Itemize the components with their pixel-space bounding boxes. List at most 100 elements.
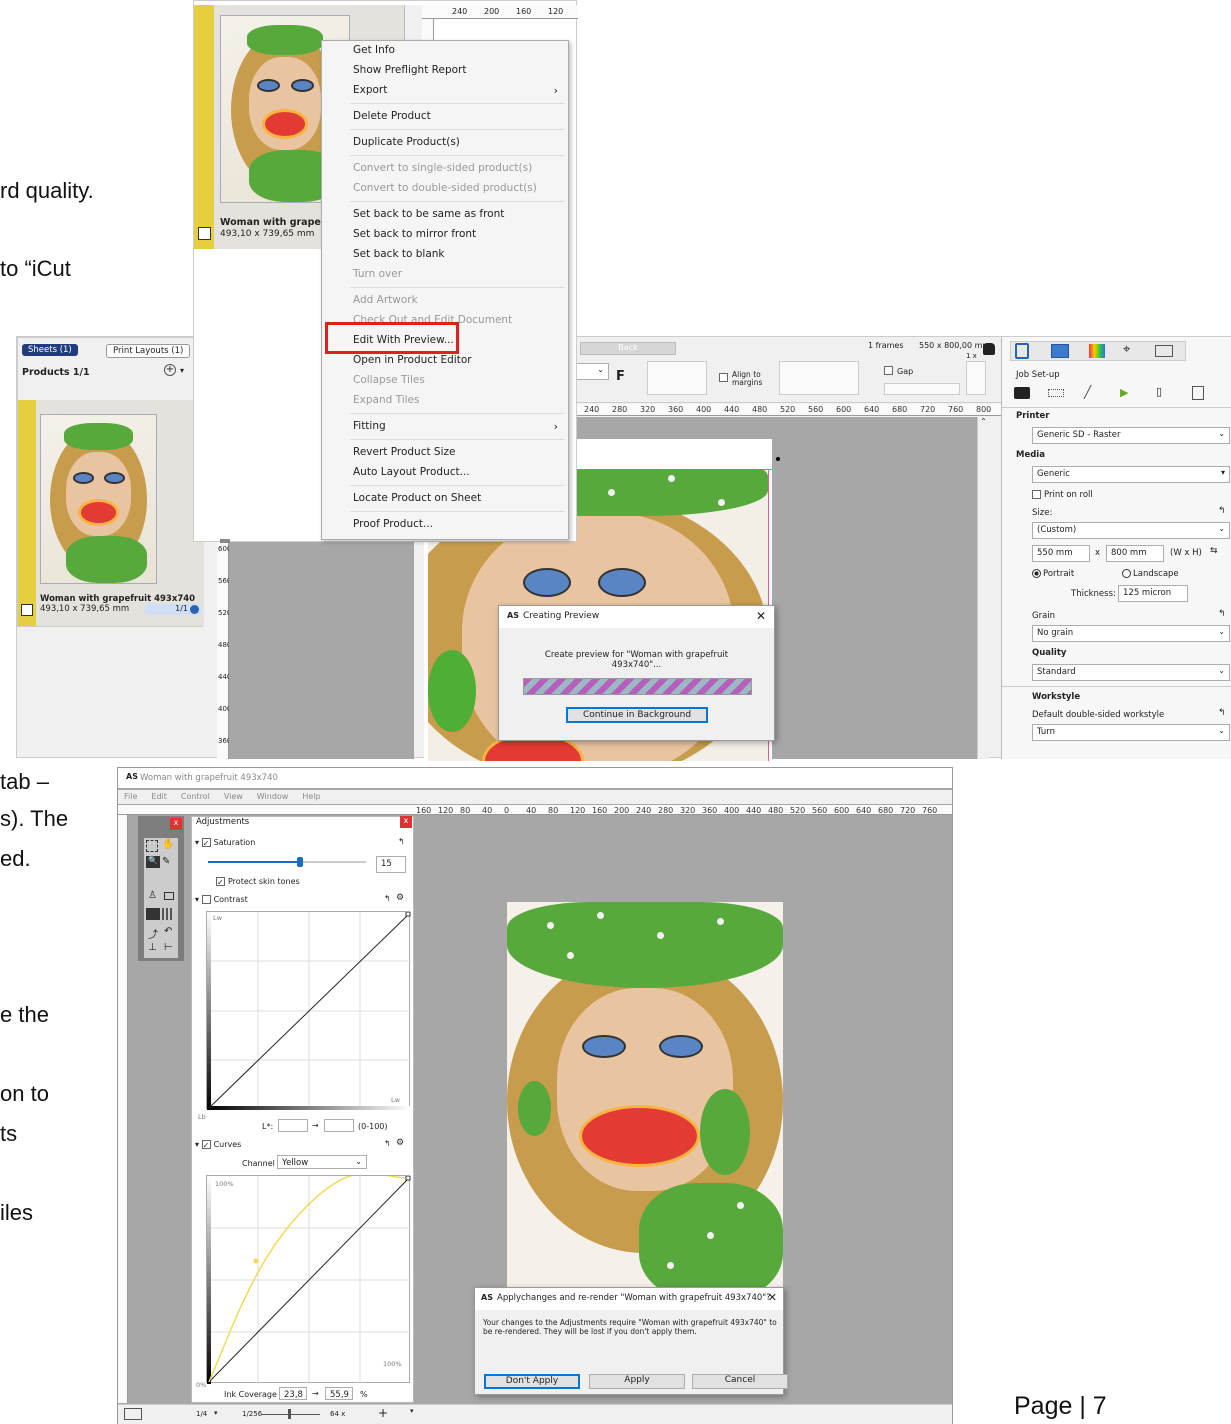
- panel-tab-icons[interactable]: ⌖: [1010, 341, 1186, 361]
- gap-input[interactable]: [884, 383, 960, 395]
- zoom-slider-handle[interactable]: [288, 1409, 291, 1419]
- gear-icon[interactable]: ⚙: [396, 893, 404, 903]
- menu-view[interactable]: View: [224, 792, 243, 801]
- menu-item-add-artwork[interactable]: Add Artwork: [353, 294, 418, 306]
- menu-item-export[interactable]: Export: [353, 84, 387, 96]
- menu-item-back-mirror[interactable]: Set back to mirror front: [353, 228, 476, 240]
- cancel-button[interactable]: Cancel: [692, 1374, 788, 1389]
- menu-item-locate-product[interactable]: Locate Product on Sheet: [353, 492, 481, 504]
- menu-item-convert-double[interactable]: Convert to double-sided product(s): [353, 182, 537, 194]
- menu-item-turn-over[interactable]: Turn over: [353, 268, 402, 280]
- width-input[interactable]: 550 mm: [1032, 545, 1090, 562]
- channel-select[interactable]: Yellow ⌄: [277, 1155, 367, 1169]
- gear-icon[interactable]: ⚙: [396, 1138, 404, 1148]
- menu-control[interactable]: Control: [181, 792, 210, 801]
- job-setup-subtabs[interactable]: ╱ ▶ ▯: [1014, 385, 1214, 403]
- chevron-down-icon[interactable]: ▾: [410, 1407, 414, 1415]
- lstar-input-from[interactable]: [278, 1119, 308, 1132]
- tab-print-layouts[interactable]: Print Layouts (1): [106, 344, 191, 358]
- menu-item-duplicate-product[interactable]: Duplicate Product(s): [353, 136, 460, 148]
- close-panel-icon[interactable]: x: [400, 816, 412, 828]
- chevron-down-icon[interactable]: ▾: [180, 366, 184, 375]
- dont-apply-button[interactable]: Don't Apply: [484, 1374, 580, 1389]
- align-margins-checkbox[interactable]: [719, 373, 731, 382]
- arrow-label: →: [312, 1121, 319, 1130]
- menu-item-revert-size[interactable]: Revert Product Size: [353, 446, 456, 458]
- monitor-icon[interactable]: [124, 1408, 142, 1420]
- menu-help[interactable]: Help: [302, 792, 320, 801]
- menu-item-convert-single[interactable]: Convert to single-sided product(s): [353, 162, 532, 174]
- saturation-toggle[interactable]: ▾ ✓ Saturation: [195, 838, 255, 848]
- continue-background-button[interactable]: Continue in Background: [566, 707, 708, 723]
- menu-item-collapse-tiles[interactable]: Collapse Tiles: [353, 374, 425, 386]
- menu-item-get-info[interactable]: Get Info: [353, 44, 395, 56]
- menu-item-open-product-editor[interactable]: Open in Product Editor: [353, 354, 472, 366]
- contrast-graph[interactable]: Lw Lw: [206, 911, 411, 1110]
- vertical-scrollbar[interactable]: ⌃: [977, 417, 989, 759]
- height-input[interactable]: 800 mm: [1106, 545, 1164, 562]
- add-product-icon[interactable]: +: [164, 364, 176, 376]
- crosshair-icon[interactable]: +: [378, 1406, 388, 1420]
- menu-item-back-blank[interactable]: Set back to blank: [353, 248, 445, 260]
- eyedropper-icon: ✎: [162, 856, 171, 867]
- print-on-roll-checkbox[interactable]: Print on roll: [1032, 490, 1093, 500]
- media-select[interactable]: Generic ▾: [1032, 466, 1230, 483]
- saturation-slider[interactable]: [208, 857, 366, 867]
- landscape-radio[interactable]: Landscape: [1122, 569, 1179, 579]
- menu-item-auto-layout[interactable]: Auto Layout Product...: [353, 466, 470, 478]
- zoom-slider[interactable]: [262, 1414, 320, 1415]
- chevron-down-icon[interactable]: ▾: [214, 1409, 218, 1417]
- menu-item-proof-product[interactable]: Proof Product...: [353, 518, 433, 530]
- swap-icon[interactable]: ⇆: [1210, 546, 1218, 556]
- tab-sheets[interactable]: Sheets (1): [22, 344, 78, 356]
- printer-select[interactable]: Generic SD - Raster ⌄: [1032, 427, 1230, 444]
- size-select[interactable]: (Custom) ⌄: [1032, 522, 1230, 539]
- apply-button[interactable]: Apply: [589, 1374, 685, 1389]
- lock-icon[interactable]: [983, 343, 995, 355]
- menu-item-expand-tiles[interactable]: Expand Tiles: [353, 394, 419, 406]
- close-icon[interactable]: ✕: [768, 1291, 777, 1304]
- grid-icon[interactable]: [966, 361, 986, 395]
- tool-buttons[interactable]: ✋ 🔍 ✎ ♙ ⤴ ↶ ⊥ ⊢: [144, 838, 178, 958]
- alignment-buttons[interactable]: [647, 361, 707, 395]
- reset-icon[interactable]: ↰: [398, 837, 405, 846]
- lstar-input-to[interactable]: [324, 1119, 354, 1132]
- reset-icon[interactable]: ↰: [384, 894, 391, 903]
- next-page-icon[interactable]: [190, 605, 199, 614]
- editor-title: Woman with grapefruit 493x740: [140, 773, 278, 783]
- reset-icon[interactable]: ↰: [1218, 609, 1226, 619]
- product-checkbox[interactable]: [21, 604, 33, 616]
- gap-checkbox[interactable]: [884, 366, 896, 375]
- workstyle-select[interactable]: Turn ⌄: [1032, 724, 1230, 741]
- product-card[interactable]: Woman with grapefruit 493x740 493,10 x 7…: [36, 400, 204, 626]
- reset-icon[interactable]: ↰: [384, 1139, 391, 1148]
- close-palette-icon[interactable]: x: [170, 818, 182, 830]
- menu-item-back-same[interactable]: Set back to be same as front: [353, 208, 504, 220]
- menu-edit[interactable]: Edit: [151, 792, 167, 801]
- layout-select[interactable]: ⌄: [576, 363, 609, 380]
- back-toggle[interactable]: Back: [580, 342, 676, 355]
- product-checkbox[interactable]: [198, 227, 211, 240]
- curves-toggle[interactable]: ▾ ✓ Curves: [195, 1140, 241, 1150]
- distribute-buttons[interactable]: [779, 361, 859, 395]
- menu-window[interactable]: Window: [257, 792, 289, 801]
- reset-icon[interactable]: ↰: [1218, 708, 1226, 718]
- ink-out-input[interactable]: 55,9: [325, 1387, 353, 1400]
- menu-item-delete-product[interactable]: Delete Product: [353, 110, 431, 122]
- portrait-radio[interactable]: Portrait: [1032, 569, 1074, 579]
- curves-graph[interactable]: 100% 100%: [206, 1175, 411, 1384]
- contrast-toggle[interactable]: ▾ Contrast: [195, 895, 248, 904]
- menu-item-show-preflight[interactable]: Show Preflight Report: [353, 64, 466, 76]
- thickness-input[interactable]: 125 micron: [1118, 585, 1188, 602]
- saturation-value[interactable]: 15: [376, 856, 406, 873]
- quality-select[interactable]: Standard ⌄: [1032, 664, 1230, 681]
- protect-skin-checkbox[interactable]: ✓ Protect skin tones: [216, 877, 300, 887]
- reset-icon[interactable]: ↰: [1218, 506, 1226, 516]
- grain-select[interactable]: No grain ⌄: [1032, 625, 1230, 642]
- menu-item-fitting[interactable]: Fitting: [353, 420, 386, 432]
- adjustments-panel: Adjustments x ▾ ✓ Saturation ↰ 15 ✓ Protec…: [191, 816, 414, 1403]
- ink-in-input[interactable]: 23,8: [279, 1387, 307, 1400]
- menu-file[interactable]: File: [124, 792, 137, 801]
- app-logo-icon: AS: [507, 611, 519, 620]
- close-icon[interactable]: ✕: [756, 609, 766, 623]
